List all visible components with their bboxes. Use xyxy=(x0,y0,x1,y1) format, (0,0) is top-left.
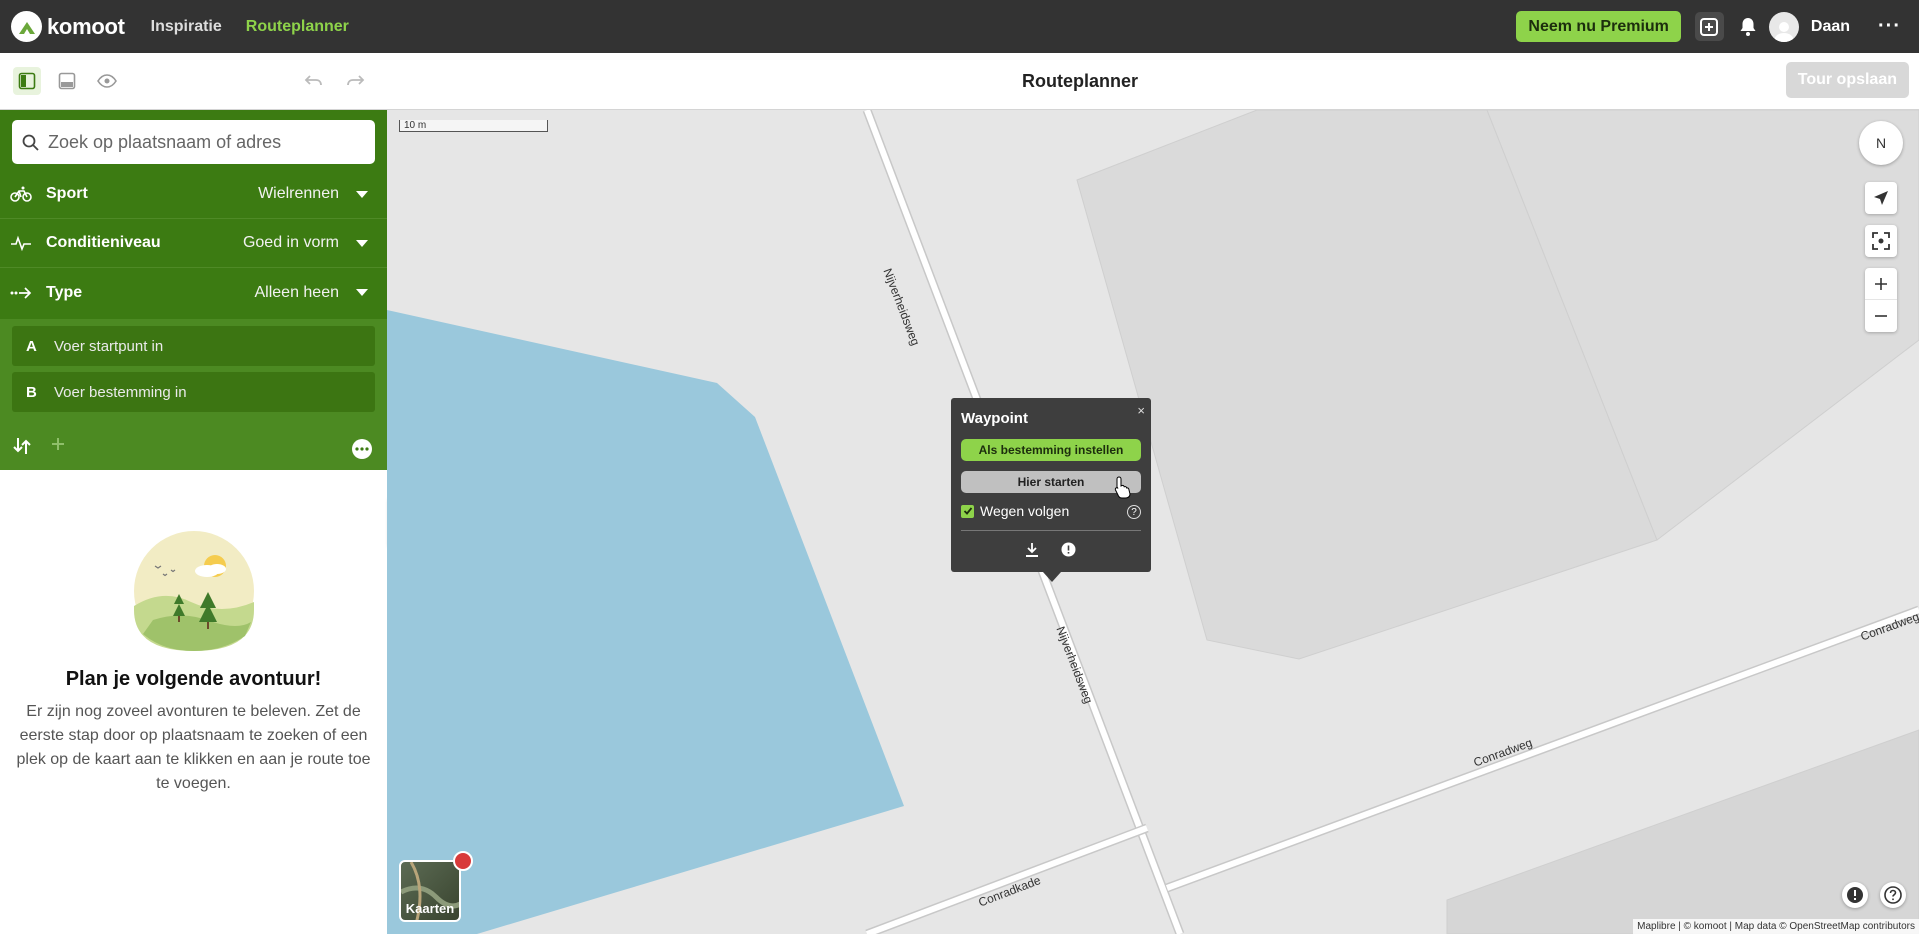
chevron-down-icon xyxy=(356,289,368,296)
swap-waypoints-icon[interactable] xyxy=(12,436,32,461)
more-menu-icon[interactable]: ··· xyxy=(1878,15,1901,38)
pulse-icon xyxy=(10,235,34,251)
adventure-illustration xyxy=(0,530,387,652)
fitness-selector[interactable]: Conditieniveau Goed in vorm xyxy=(0,219,387,268)
waypoint-letter: A xyxy=(26,337,37,355)
checkbox-checked-icon[interactable] xyxy=(961,504,974,518)
bell-icon xyxy=(1740,17,1756,36)
type-selector[interactable]: Type Alleen heen xyxy=(0,268,387,317)
map-layers-label: Kaarten xyxy=(405,901,455,916)
chevron-down-icon xyxy=(356,240,368,247)
close-icon[interactable]: × xyxy=(1137,403,1145,418)
plus-square-icon xyxy=(1700,17,1719,36)
empty-state: Plan je volgende avontuur! Er zijn nog z… xyxy=(0,530,387,796)
komoot-logo[interactable]: komoot xyxy=(11,11,125,42)
help-icon xyxy=(1884,886,1902,904)
set-destination-button[interactable]: Als bestemming instellen xyxy=(961,439,1141,461)
add-waypoint-icon[interactable] xyxy=(50,436,66,457)
help-button[interactable] xyxy=(1880,882,1906,908)
hand-cursor-icon xyxy=(1114,476,1131,499)
map-base xyxy=(387,110,1919,934)
zoom-out-button[interactable] xyxy=(1865,300,1897,332)
user-name[interactable]: Daan xyxy=(1811,18,1850,36)
create-button[interactable] xyxy=(1694,12,1724,41)
minus-icon xyxy=(1875,315,1887,317)
notifications-button[interactable] xyxy=(1734,12,1763,41)
fitness-value: Goed in vorm xyxy=(242,234,339,251)
popup-title: Waypoint xyxy=(961,410,1028,427)
one-way-icon xyxy=(10,285,34,301)
zoom-in-button[interactable] xyxy=(1865,268,1897,300)
help-icon[interactable]: ? xyxy=(1127,505,1141,519)
map-scale: 10 m xyxy=(399,120,548,132)
empty-state-title: Plan je volgende avontuur! xyxy=(65,668,322,690)
planner-toolbar: Routeplanner Tour opslaan xyxy=(0,53,1919,110)
bike-icon xyxy=(10,186,34,202)
waypoint-destination[interactable]: B Voer bestemming in xyxy=(12,372,375,412)
popup-divider xyxy=(961,530,1141,531)
empty-state-text: Er zijn nog zoveel avonturen te beleven.… xyxy=(16,703,371,792)
brand-name: komoot xyxy=(47,13,125,39)
type-label: Type xyxy=(46,283,83,301)
sport-label: Sport xyxy=(46,185,88,202)
focus-frame-icon xyxy=(1872,232,1890,250)
more-options-icon[interactable] xyxy=(351,438,373,465)
map-layers-button[interactable]: Kaarten xyxy=(399,860,461,922)
download-icon[interactable] xyxy=(1025,542,1039,563)
komoot-logo-icon xyxy=(11,11,42,42)
waypoint-start[interactable]: A Voer startpunt in xyxy=(12,326,375,366)
planner-panel: Sport Wielrennen Conditieniveau Goed in … xyxy=(0,110,387,470)
waypoint-start-placeholder: Voer startpunt in xyxy=(54,337,164,355)
waypoint-letter: B xyxy=(26,383,37,401)
search-icon xyxy=(22,134,39,151)
report-button[interactable] xyxy=(1842,882,1868,908)
follow-roads-label: Wegen volgen xyxy=(980,503,1070,519)
location-arrow-icon xyxy=(1874,191,1888,205)
planner-sidebar: Sport Wielrennen Conditieniveau Goed in … xyxy=(0,110,387,934)
map-attribution[interactable]: Maplibre | © komoot | Map data © OpenStr… xyxy=(1633,919,1919,934)
nav-routeplanner[interactable]: Routeplanner xyxy=(246,18,349,36)
user-icon xyxy=(1773,21,1794,42)
compass-button[interactable]: N xyxy=(1859,121,1903,165)
type-value: Alleen heen xyxy=(254,283,339,301)
sport-selector[interactable]: Sport Wielrennen xyxy=(0,170,387,219)
compass-north-label: N xyxy=(1875,135,1887,151)
sport-value: Wielrennen xyxy=(258,185,339,202)
locate-me-button[interactable] xyxy=(1865,182,1897,214)
follow-roads-toggle[interactable]: Wegen volgen xyxy=(961,503,1069,519)
search-box[interactable] xyxy=(12,120,375,164)
page-title: Routeplanner xyxy=(1021,71,1138,91)
waypoints-area: A Voer startpunt in B Voer bestemming in xyxy=(0,319,387,470)
waypoint-destination-placeholder: Voer bestemming in xyxy=(54,383,187,401)
nav-inspiratie[interactable]: Inspiratie xyxy=(151,18,222,36)
save-tour-button[interactable]: Tour opslaan xyxy=(1785,62,1909,98)
zoom-controls xyxy=(1865,268,1897,332)
top-nav-bar: komoot Inspiratie Routeplanner Neem nu P… xyxy=(0,0,1919,53)
premium-button[interactable]: Neem nu Premium xyxy=(1516,11,1681,42)
map-canvas[interactable]: 10 m Nijverheidsweg Nijverheidsweg Conra… xyxy=(387,110,1919,934)
avatar[interactable] xyxy=(1768,11,1799,42)
chevron-down-icon xyxy=(356,191,368,198)
plus-icon xyxy=(1875,277,1887,290)
fitness-label: Conditieniveau xyxy=(46,234,161,251)
search-input[interactable] xyxy=(48,131,368,153)
waypoint-actions xyxy=(0,432,387,460)
fit-view-button[interactable] xyxy=(1865,225,1897,257)
notification-dot xyxy=(453,851,473,871)
alert-icon xyxy=(1847,887,1863,903)
report-icon[interactable] xyxy=(1061,542,1076,562)
